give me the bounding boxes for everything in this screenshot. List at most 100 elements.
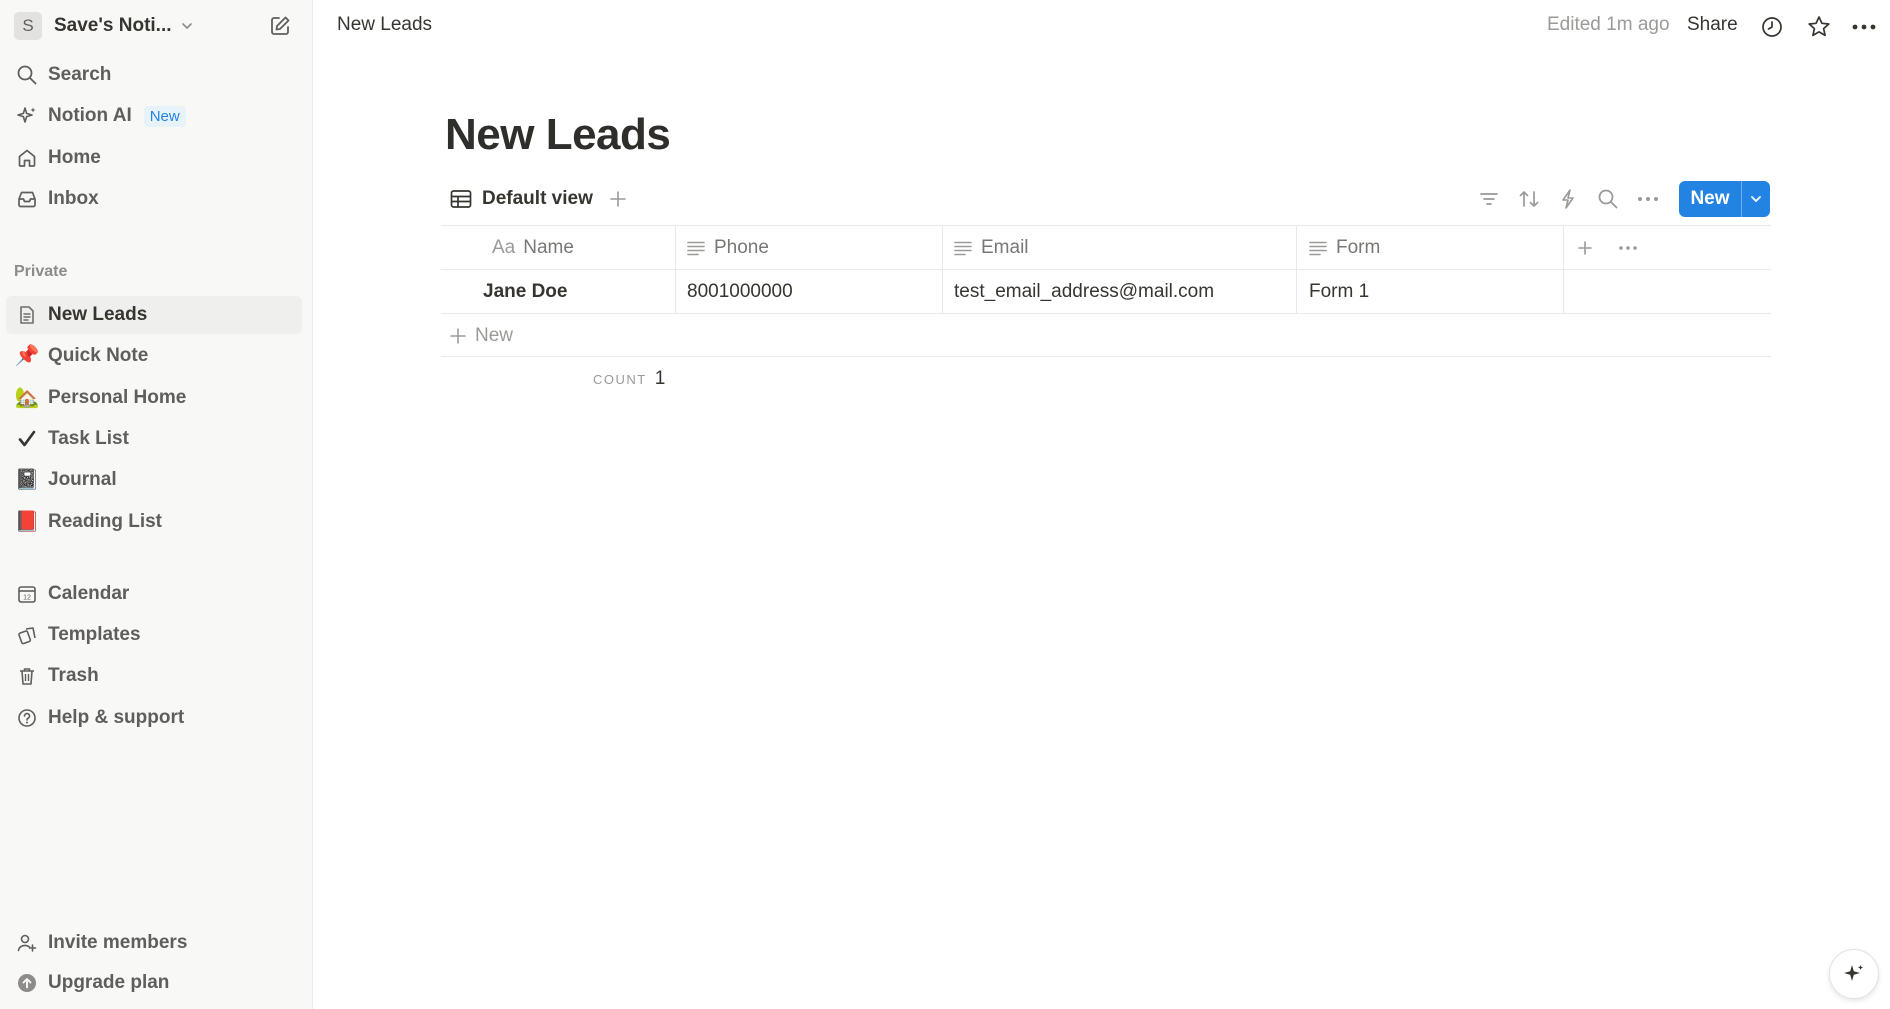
sparkle-icon (1842, 962, 1866, 986)
workspace-switcher[interactable]: S Save's Noti... (14, 11, 194, 41)
table-row-border (441, 313, 1771, 314)
calendar-icon: 12 (6, 575, 48, 613)
page-title[interactable]: New Leads (445, 110, 671, 160)
notion-ai-button[interactable] (1829, 949, 1879, 999)
sidebar-item-label: Inbox (48, 188, 99, 209)
chevron-down-icon (180, 19, 194, 33)
private-section-label: Private (14, 263, 68, 280)
chevron-down-icon[interactable] (1741, 181, 1770, 217)
column-header-label: Email (981, 236, 1029, 258)
sidebar-item-upgrade-plan[interactable]: Upgrade plan (6, 964, 302, 1002)
house-emoji-icon: 🏡 (14, 387, 40, 409)
sidebar-item-label: Home (48, 147, 101, 168)
column-more-icon[interactable] (1618, 226, 1638, 269)
text-property-icon (686, 240, 706, 256)
new-record-button[interactable]: New (1679, 181, 1770, 217)
journal-icon: 📓 (14, 469, 40, 491)
add-row-button[interactable]: New (449, 322, 513, 350)
count-label: COUNT (593, 372, 647, 387)
help-icon (6, 699, 48, 737)
sidebar-item-inbox[interactable]: Inbox (6, 180, 302, 218)
cell-name[interactable]: Jane Doe (483, 270, 567, 313)
sidebar-item-label: Search (48, 64, 112, 85)
column-header-label: Form (1336, 236, 1381, 258)
column-header-name[interactable]: Aa Name (492, 226, 574, 269)
text-property-icon (1308, 240, 1328, 256)
sidebar-item-trash[interactable]: Trash (6, 657, 302, 695)
checkmark-icon (6, 420, 48, 458)
svg-text:12: 12 (23, 595, 31, 602)
history-clock-icon[interactable] (1757, 12, 1787, 42)
workspace-avatar: S (14, 12, 42, 40)
sidebar-item-help[interactable]: Help & support (6, 699, 302, 737)
table-search-icon[interactable] (1593, 184, 1623, 214)
row-count[interactable]: COUNT 1 (593, 368, 665, 390)
sidebar-item-invite-members[interactable]: Invite members (6, 924, 302, 962)
sidebar-item-label: Help & support (48, 707, 185, 728)
sidebar-item-personal-home[interactable]: 🏡 Personal Home (6, 379, 302, 417)
table-new-row-border (441, 356, 1771, 357)
sidebar-item-label: Calendar (48, 583, 130, 604)
sidebar-item-templates[interactable]: Templates (6, 616, 302, 654)
trash-icon (6, 657, 48, 695)
cell-form[interactable]: Form 1 (1309, 270, 1369, 313)
sidebar-item-journal[interactable]: 📓 Journal (6, 461, 302, 499)
sidebar-item-calendar[interactable]: 12 Calendar (6, 575, 302, 613)
sidebar-item-label: Task List (48, 428, 129, 449)
sidebar-item-task-list[interactable]: Task List (6, 420, 302, 458)
templates-icon (6, 616, 48, 654)
add-view-icon[interactable] (605, 186, 631, 212)
column-header-label: Name (523, 236, 574, 258)
sidebar-item-home[interactable]: Home (6, 139, 302, 177)
sidebar: S Save's Noti... Search Notion AI New Ho… (0, 0, 313, 1009)
column-header-phone[interactable]: Phone (686, 226, 769, 269)
share-button[interactable]: Share (1687, 14, 1738, 36)
book-icon: 📕 (14, 511, 40, 533)
view-tab-label: Default view (482, 188, 593, 209)
sort-icon[interactable] (1514, 184, 1544, 214)
sidebar-item-label: Notion AI (48, 105, 132, 126)
column-divider (675, 225, 676, 313)
sidebar-item-search[interactable]: Search (6, 56, 302, 94)
sidebar-item-label: Quick Note (48, 345, 149, 366)
home-icon (6, 139, 48, 177)
cell-email[interactable]: test_email_address@mail.com (954, 270, 1214, 313)
sidebar-item-quick-note[interactable]: 📌 Quick Note (6, 337, 302, 375)
invite-icon (6, 924, 48, 962)
count-value: 1 (654, 368, 666, 389)
plus-icon (449, 327, 467, 345)
add-row-label: New (475, 325, 514, 346)
page-icon (6, 296, 48, 334)
table-view-icon (450, 189, 472, 209)
column-divider (1296, 225, 1297, 313)
sidebar-item-label: Reading List (48, 511, 163, 532)
cell-phone[interactable]: 8001000000 (687, 270, 793, 313)
new-page-compose-icon[interactable] (266, 12, 294, 40)
text-property-icon (953, 240, 973, 256)
sidebar-item-label: Journal (48, 469, 117, 490)
inbox-icon (6, 180, 48, 218)
upgrade-icon (6, 964, 48, 1002)
column-header-email[interactable]: Email (953, 226, 1029, 269)
sidebar-item-reading-list[interactable]: 📕 Reading List (6, 503, 302, 541)
sidebar-item-label: Upgrade plan (48, 972, 170, 993)
sidebar-item-new-leads[interactable]: New Leads (6, 296, 302, 334)
add-column-icon[interactable] (1576, 226, 1594, 269)
column-divider (1563, 225, 1564, 313)
favorite-star-icon[interactable] (1804, 12, 1834, 42)
more-options-icon[interactable] (1849, 12, 1879, 42)
column-header-form[interactable]: Form (1308, 226, 1380, 269)
sidebar-item-notion-ai[interactable]: Notion AI New (6, 97, 302, 135)
sidebar-item-label: Templates (48, 624, 141, 645)
new-badge: New (143, 105, 186, 127)
automation-lightning-icon[interactable] (1553, 184, 1583, 214)
search-icon (6, 56, 48, 94)
sidebar-item-label: New Leads (48, 304, 148, 325)
breadcrumb[interactable]: New Leads (337, 14, 432, 36)
sidebar-item-label: Trash (48, 665, 99, 686)
tab-default-view[interactable]: Default view (450, 186, 593, 212)
view-more-icon[interactable] (1633, 184, 1663, 214)
title-property-icon: Aa (492, 236, 516, 258)
filter-icon[interactable] (1474, 184, 1504, 214)
edited-status: Edited 1m ago (1547, 14, 1670, 35)
